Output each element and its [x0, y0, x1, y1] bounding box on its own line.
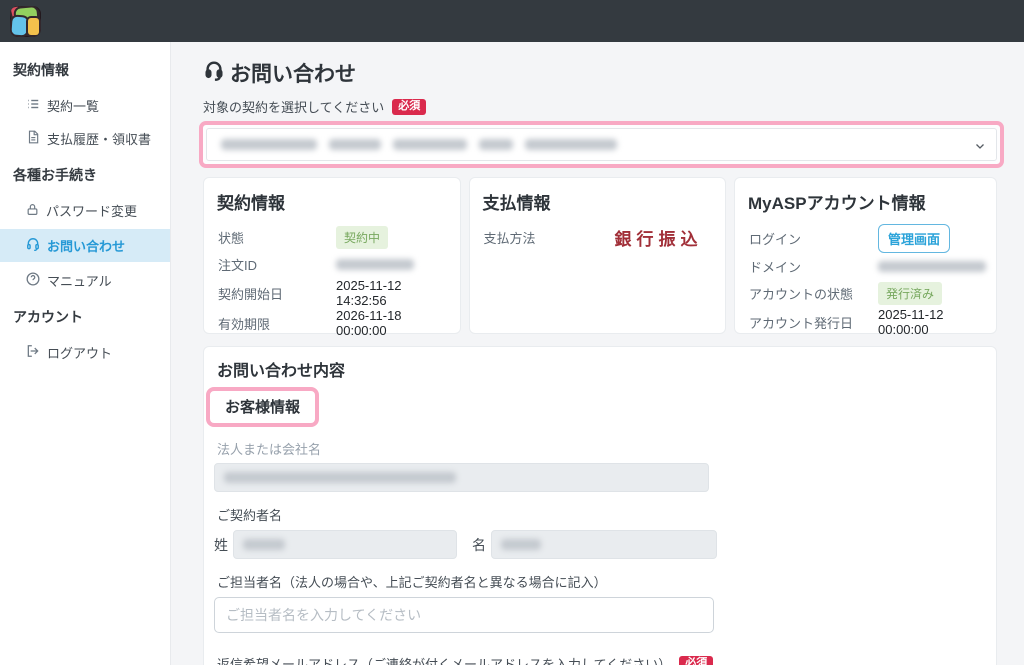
logout-icon [26, 344, 40, 361]
sidebar-item-payment-history[interactable]: 支払履歴・領収書 [0, 122, 170, 155]
card-title: 支払情報 [483, 189, 716, 214]
sidebar-section-contract: 契約情報 [0, 50, 170, 89]
payment-method-value: 銀行振込 [615, 225, 703, 250]
contact-person-input[interactable] [214, 597, 714, 633]
firstname-label: 名 [472, 535, 486, 555]
lastname-input [233, 530, 457, 559]
card-row-start-date: 契約開始日 2025-11-12 14:32:56 [214, 278, 450, 308]
sidebar-item-manual[interactable]: マニュアル [0, 264, 170, 297]
sidebar-item-contract-list[interactable]: 契約一覧 [0, 89, 170, 122]
card-row-domain: ドメイン [745, 253, 986, 280]
sidebar-item-label: 支払履歴・領収書 [47, 129, 151, 148]
app-window: 契約情報 契約一覧 支払履歴・領収書 各種お手続き パスワード変更 お問い合わせ… [0, 0, 1024, 665]
sidebar-item-label: お問い合わせ [47, 236, 125, 255]
lock-icon [26, 203, 39, 219]
inquiry-section-title: お問い合わせ内容 [217, 357, 986, 381]
logo-blue-shape [11, 16, 27, 35]
chevron-down-icon [974, 139, 986, 157]
redacted-value [224, 472, 456, 483]
headset-icon [26, 237, 40, 254]
top-navbar [0, 0, 1024, 42]
sidebar-item-logout[interactable]: ログアウト [0, 336, 170, 369]
myasp-logo[interactable] [10, 6, 41, 37]
contractor-name-label: ご契約者名 [217, 505, 986, 524]
sidebar-item-label: パスワード変更 [46, 201, 137, 220]
status-badge: 発行済み [878, 282, 942, 305]
card-row-payment-method: 支払方法 銀行振込 [480, 224, 716, 251]
card-row-status: 状態 契約中 [214, 224, 450, 251]
redacted-value [501, 539, 541, 550]
sidebar-item-label: ログアウト [47, 343, 112, 362]
required-badge: 必須 [679, 656, 713, 665]
redacted-value [479, 139, 513, 150]
redacted-value [329, 139, 381, 150]
redacted-value [243, 539, 285, 550]
redacted-value [336, 259, 414, 270]
sidebar-item-label: 契約一覧 [47, 96, 99, 115]
page-title: お問い合わせ [203, 56, 997, 88]
card-row-login: ログイン 管理画面 [745, 224, 986, 253]
sidebar-item-contact[interactable]: お問い合わせ [0, 229, 170, 262]
lastname-label: 姓 [214, 535, 228, 555]
redacted-value [393, 139, 467, 150]
sidebar-section-account: アカウント [0, 297, 170, 336]
redacted-value [525, 139, 617, 150]
inquiry-form-card: お問い合わせ内容 お客様情報 法人または会社名 ご契約者名 姓 名 ご担当者名（… [203, 346, 997, 665]
page-title-text: お問い合わせ [230, 58, 356, 88]
sidebar-item-label: マニュアル [47, 271, 112, 290]
admin-panel-button[interactable]: 管理画面 [878, 224, 950, 253]
list-icon [26, 97, 40, 114]
contract-select[interactable] [206, 128, 997, 161]
card-row-issue-date: アカウント発行日 2025-11-12 00:00:00 [745, 307, 986, 337]
contract-select-label: 対象の契約を選択してください [203, 97, 384, 116]
card-row-expiry: 有効期限 2026-11-18 00:00:00 [214, 308, 450, 338]
sidebar-item-password-change[interactable]: パスワード変更 [0, 194, 170, 227]
sidebar: 契約情報 契約一覧 支払履歴・領収書 各種お手続き パスワード変更 お問い合わせ… [0, 42, 171, 665]
required-badge: 必須 [392, 99, 426, 115]
company-name-label: 法人または会社名 [217, 439, 986, 458]
contact-person-label: ご担当者名（法人の場合や、上記ご契約者名と異なる場合に記入） [217, 572, 986, 591]
redacted-value [221, 139, 317, 150]
question-icon [26, 272, 40, 289]
sidebar-section-procedures: 各種お手続き [0, 155, 170, 194]
card-title: 契約情報 [217, 189, 450, 214]
card-row-account-status: アカウントの状態 発行済み [745, 280, 986, 307]
customer-info-highlight: お客様情報 [206, 387, 319, 427]
contract-info-card: 契約情報 状態 契約中 注文ID 契約開始日 2025-11-12 14:32:… [203, 177, 461, 334]
contractor-name-row: 姓 名 [214, 530, 986, 559]
company-name-input [214, 463, 709, 492]
firstname-input [491, 530, 717, 559]
contract-select-highlight [199, 121, 1004, 168]
headset-icon [203, 59, 225, 87]
email-label: 返信希望メールアドレス（ご連絡が付くメールアドレスを入力してください） [217, 654, 671, 665]
contract-select-label-row: 対象の契約を選択してください 必須 [203, 97, 997, 116]
info-cards-row: 契約情報 状態 契約中 注文ID 契約開始日 2025-11-12 14:32:… [203, 177, 997, 334]
payment-info-card: 支払情報 支払方法 銀行振込 [469, 177, 727, 334]
redacted-value [878, 261, 986, 272]
status-badge: 契約中 [336, 226, 388, 249]
card-row-order-id: 注文ID [214, 251, 450, 278]
card-title: MyASPアカウント情報 [748, 189, 986, 214]
logo-yellow-shape [28, 18, 39, 35]
email-label-row: 返信希望メールアドレス（ご連絡が付くメールアドレスを入力してください） 必須 [217, 654, 986, 665]
main-content: お問い合わせ 対象の契約を選択してください 必須 契約情報 状態 契約 [171, 42, 1024, 665]
document-icon [26, 130, 40, 147]
account-info-card: MyASPアカウント情報 ログイン 管理画面 ドメイン アカウントの状態 発行済… [734, 177, 997, 334]
